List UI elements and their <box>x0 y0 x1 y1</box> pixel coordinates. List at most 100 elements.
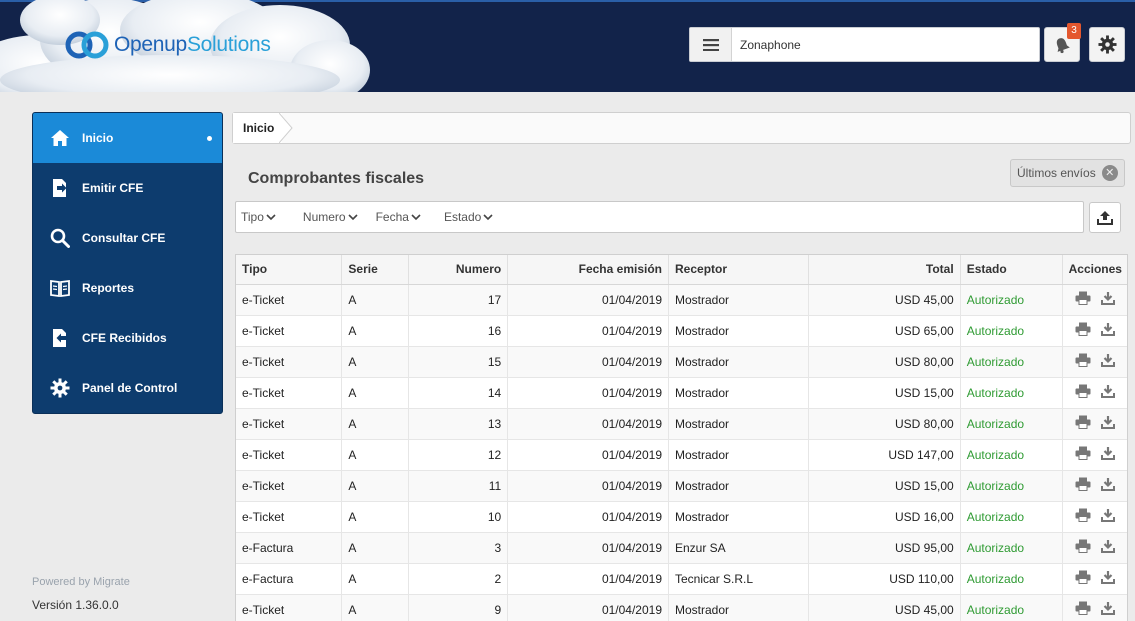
sidebar-item-label: Panel de Control <box>82 381 178 395</box>
download-icon[interactable] <box>1100 477 1116 495</box>
logo-mark-icon <box>65 31 109 59</box>
received-document-icon <box>49 327 71 349</box>
filter-label: Tipo <box>241 210 264 224</box>
column-header-fecha-emision[interactable]: Fecha emisión <box>507 255 669 285</box>
menu-button[interactable] <box>690 28 732 61</box>
cell-receptor: Mostrador <box>668 501 809 533</box>
cell-acciones <box>1062 439 1127 471</box>
table-row[interactable]: e-Ticket A 11 01/04/2019 Mostrador USD 15,00 A… <box>236 470 1127 502</box>
print-icon[interactable] <box>1075 570 1091 587</box>
brand-logo[interactable]: OpenupSolutions <box>64 28 271 62</box>
cell-estado: Autorizado <box>960 501 1063 533</box>
download-icon[interactable] <box>1100 508 1116 526</box>
export-button[interactable] <box>1089 202 1121 233</box>
close-circle-icon[interactable]: ✕ <box>1101 165 1118 181</box>
sidebar-nav: Inicio Emitir CFE Consultar CFE Reportes… <box>32 112 223 414</box>
filter-tipo[interactable]: Tipo <box>241 210 276 224</box>
filter-estado[interactable]: Estado <box>444 210 493 224</box>
filter-numero[interactable]: Numero <box>303 210 358 224</box>
print-icon[interactable] <box>1075 477 1091 494</box>
last-sends-button[interactable]: Últimos envíos ✕ <box>1010 159 1125 187</box>
cell-serie: A <box>341 377 410 409</box>
table-row[interactable]: e-Ticket A 15 01/04/2019 Mostrador USD 80,00 A… <box>236 346 1127 378</box>
table-row[interactable]: e-Factura A 2 01/04/2019 Tecnicar S.R.L USD 1… <box>236 563 1127 595</box>
download-icon[interactable] <box>1100 601 1116 619</box>
cell-acciones <box>1062 563 1127 595</box>
cell-serie: A <box>341 501 410 533</box>
sidebar-item-consultar-cfe[interactable]: Consultar CFE <box>33 213 222 263</box>
cell-fecha-emision: 01/04/2019 <box>507 315 669 347</box>
column-header-total[interactable]: Total <box>808 255 961 285</box>
print-icon[interactable] <box>1075 384 1091 401</box>
home-icon <box>49 127 71 149</box>
table-row[interactable]: e-Ticket A 13 01/04/2019 Mostrador USD 80,00 A… <box>236 408 1127 440</box>
cell-tipo: e-Ticket <box>236 284 343 316</box>
download-icon[interactable] <box>1100 322 1116 340</box>
download-icon[interactable] <box>1100 539 1116 557</box>
cell-acciones <box>1062 408 1127 440</box>
cell-numero: 16 <box>408 315 509 347</box>
gear-icon <box>49 377 71 399</box>
column-header-numero[interactable]: Numero <box>408 255 509 285</box>
column-header-receptor[interactable]: Receptor <box>668 255 809 285</box>
column-header-serie[interactable]: Serie <box>341 255 410 285</box>
cell-receptor: Mostrador <box>668 346 809 378</box>
breadcrumb: Inicio <box>232 112 1131 144</box>
cell-tipo: e-Ticket <box>236 377 343 409</box>
chevron-down-icon <box>348 213 358 220</box>
download-icon[interactable] <box>1100 415 1116 433</box>
cell-acciones <box>1062 346 1127 378</box>
column-header-tipo[interactable]: Tipo <box>236 255 343 285</box>
download-icon[interactable] <box>1100 291 1116 309</box>
cell-numero: 11 <box>408 470 509 502</box>
cell-receptor: Mostrador <box>668 439 809 471</box>
company-selector[interactable]: Zonaphone <box>689 27 1040 62</box>
cell-fecha-emision: 01/04/2019 <box>507 377 669 409</box>
cell-serie: A <box>341 346 410 378</box>
sidebar-item-reportes[interactable]: Reportes <box>33 263 222 313</box>
cell-tipo: e-Ticket <box>236 501 343 533</box>
table-row[interactable]: e-Ticket A 9 01/04/2019 Mostrador USD 45,00 Au… <box>236 594 1127 621</box>
invoices-table: Tipo Serie Numero Fecha emisión Receptor… <box>235 254 1128 621</box>
download-icon[interactable] <box>1100 570 1116 588</box>
search-icon <box>49 227 71 249</box>
book-icon <box>49 277 71 299</box>
sidebar-item-cfe-recibidos[interactable]: CFE Recibidos <box>33 313 222 363</box>
table-row[interactable]: e-Ticket A 17 01/04/2019 Mostrador USD 45,00 A… <box>236 284 1127 316</box>
table-row[interactable]: e-Ticket A 12 01/04/2019 Mostrador USD 147,00… <box>236 439 1127 471</box>
logo-text-openup: Openup <box>114 33 187 56</box>
sidebar-item-panel-de-control[interactable]: Panel de Control <box>33 363 222 413</box>
chevron-down-icon <box>266 213 276 220</box>
table-row[interactable]: e-Ticket A 10 01/04/2019 Mostrador USD 16,00 A… <box>236 501 1127 533</box>
table-row[interactable]: e-Ticket A 16 01/04/2019 Mostrador USD 65,00 A… <box>236 315 1127 347</box>
download-icon[interactable] <box>1100 384 1116 402</box>
cell-tipo: e-Factura <box>236 532 343 564</box>
cell-receptor: Mostrador <box>668 377 809 409</box>
print-icon[interactable] <box>1075 353 1091 370</box>
print-icon[interactable] <box>1075 601 1091 618</box>
cell-total: USD 65,00 <box>808 315 961 347</box>
print-icon[interactable] <box>1075 415 1091 432</box>
powered-by-link[interactable]: Powered by Migrate <box>32 576 130 588</box>
sidebar-item-emitir-cfe[interactable]: Emitir CFE <box>33 163 222 213</box>
table-row[interactable]: e-Ticket A 14 01/04/2019 Mostrador USD 15,00 A… <box>236 377 1127 409</box>
print-icon[interactable] <box>1075 508 1091 525</box>
breadcrumb-separator-icon <box>279 113 293 143</box>
filter-fecha[interactable]: Fecha <box>376 210 421 224</box>
breadcrumb-item-inicio[interactable]: Inicio <box>233 113 283 143</box>
cell-tipo: e-Factura <box>236 563 343 595</box>
notifications-button[interactable]: 3 <box>1044 23 1081 62</box>
download-icon[interactable] <box>1100 353 1116 371</box>
cell-acciones <box>1062 315 1127 347</box>
download-icon[interactable] <box>1100 446 1116 464</box>
print-icon[interactable] <box>1075 539 1091 556</box>
table-row[interactable]: e-Factura A 3 01/04/2019 Enzur SA USD 95,00 Au… <box>236 532 1127 564</box>
cell-total: USD 110,00 <box>808 563 961 595</box>
sidebar-item-inicio[interactable]: Inicio <box>33 113 222 163</box>
column-header-estado[interactable]: Estado <box>960 255 1063 285</box>
print-icon[interactable] <box>1075 291 1091 308</box>
settings-button[interactable] <box>1089 27 1125 62</box>
print-icon[interactable] <box>1075 446 1091 463</box>
print-icon[interactable] <box>1075 322 1091 339</box>
cell-numero: 13 <box>408 408 509 440</box>
